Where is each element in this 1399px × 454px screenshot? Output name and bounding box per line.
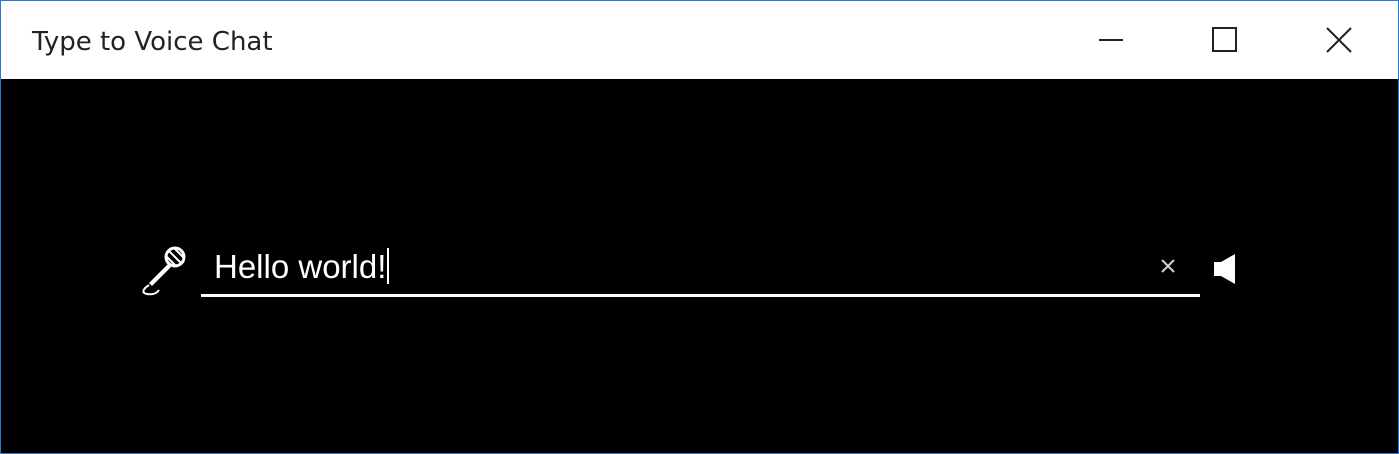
clear-icon <box>1161 259 1175 273</box>
microphone-icon <box>142 246 186 296</box>
chat-area: Hello world! <box>1 79 1398 453</box>
message-field[interactable]: Hello world! <box>201 239 1200 297</box>
window-title: Type to Voice Chat <box>32 27 273 57</box>
speak-button[interactable] <box>1211 251 1241 287</box>
speaker-icon <box>1214 254 1235 284</box>
minimize-icon <box>1099 39 1123 41</box>
message-text: Hello world! <box>214 248 387 285</box>
maximize-icon <box>1212 27 1237 52</box>
maximize-button[interactable] <box>1169 1 1281 79</box>
minimize-button[interactable] <box>1055 1 1167 79</box>
message-input[interactable]: Hello world! <box>214 245 1134 289</box>
close-icon <box>1326 27 1352 53</box>
text-caret <box>387 248 390 284</box>
app-window: Type to Voice Chat Hello world! <box>0 0 1399 454</box>
microphone-button[interactable] <box>137 243 189 297</box>
clear-button[interactable] <box>1153 251 1183 281</box>
close-button[interactable] <box>1283 1 1395 79</box>
title-bar[interactable]: Type to Voice Chat <box>1 1 1398 79</box>
